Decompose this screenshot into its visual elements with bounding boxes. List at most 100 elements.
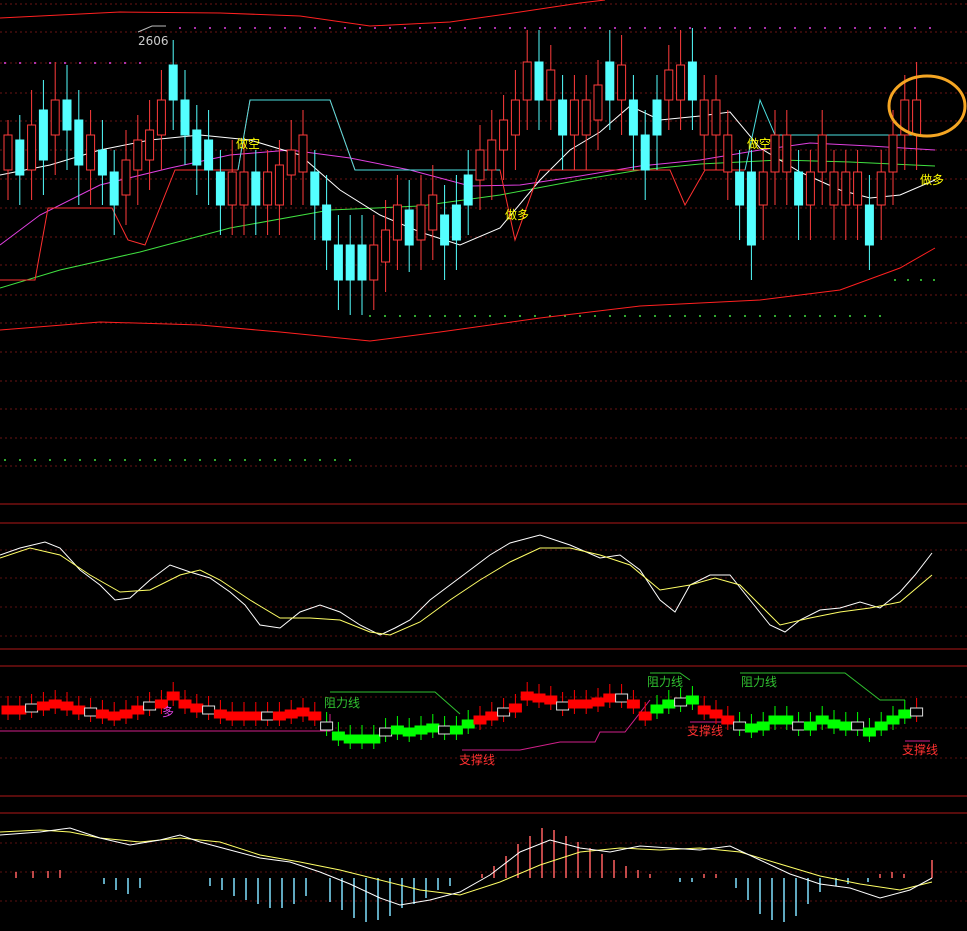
trend-bar-up xyxy=(308,702,322,726)
trend-bar-down xyxy=(756,712,770,736)
trend-body xyxy=(508,703,522,713)
trend-bar-up xyxy=(36,692,50,716)
candle-body xyxy=(392,204,402,241)
trend-bar-down xyxy=(886,706,900,730)
candle-body xyxy=(829,171,839,206)
candle-body xyxy=(758,171,768,206)
ref-dot xyxy=(714,315,716,317)
trend-body xyxy=(1,705,15,715)
trend-bar-up xyxy=(556,692,570,716)
ref-dot xyxy=(899,27,901,29)
up-candle xyxy=(581,75,591,170)
trend-bar-down xyxy=(744,714,758,738)
ref-dot xyxy=(229,459,231,461)
trend-body xyxy=(839,721,853,731)
ref-dot xyxy=(254,27,256,29)
trend-bar-down xyxy=(426,714,440,738)
trend-body xyxy=(178,699,192,709)
candle-body xyxy=(38,109,48,161)
ref-dot xyxy=(674,27,676,29)
candle-body xyxy=(97,149,107,176)
candle-body xyxy=(156,99,166,136)
trend-body xyxy=(119,709,133,719)
ref-dot xyxy=(179,27,181,29)
trend-body xyxy=(662,699,676,709)
trend-body xyxy=(803,721,817,731)
ref-dot xyxy=(834,315,836,317)
trend-body xyxy=(697,705,711,715)
ref-dot xyxy=(554,27,556,29)
ref-dot xyxy=(389,27,391,29)
ref-dot xyxy=(214,459,216,461)
trend-bar-down xyxy=(862,718,876,742)
down-candle xyxy=(97,120,107,205)
candle-body xyxy=(664,69,674,101)
ref-dot xyxy=(284,27,286,29)
trend-body xyxy=(461,719,475,729)
ref-dot xyxy=(329,27,331,29)
candle-body xyxy=(27,124,37,171)
trend-bar-up xyxy=(1,696,15,720)
trend-body xyxy=(485,711,499,721)
trend-bar-down xyxy=(674,688,688,712)
down-candle xyxy=(74,90,84,205)
up-candle xyxy=(817,110,827,205)
ref-dot xyxy=(809,27,811,29)
trend-bar-up xyxy=(567,690,581,714)
up-candle xyxy=(758,150,768,240)
ref-dot xyxy=(274,459,276,461)
trend-bar-up xyxy=(626,690,640,714)
trend-body xyxy=(862,727,876,737)
candle-body xyxy=(239,171,249,206)
candle-body xyxy=(381,229,391,263)
down-candle xyxy=(15,115,25,205)
price-leader xyxy=(137,25,166,33)
signal-label: 做空 xyxy=(236,136,260,151)
down-candle xyxy=(357,215,367,315)
trend-body xyxy=(320,721,334,731)
ref-dot xyxy=(109,459,111,461)
trend-body xyxy=(733,721,747,731)
candle-body xyxy=(593,84,603,121)
candle-body xyxy=(192,129,202,166)
down-candle xyxy=(628,75,638,170)
trend-bar-up xyxy=(508,694,522,718)
ref-dot xyxy=(764,27,766,29)
ref-dot xyxy=(624,315,626,317)
ref-dot xyxy=(824,27,826,29)
up-candle xyxy=(723,110,733,200)
trend-bar-down xyxy=(320,712,334,736)
candle-body xyxy=(687,61,697,101)
candle-body xyxy=(723,134,733,173)
ref-dot xyxy=(494,27,496,29)
ref-dot xyxy=(369,315,371,317)
trend-body xyxy=(131,705,145,715)
candle-body xyxy=(62,99,72,131)
candle-body xyxy=(546,69,556,101)
candle-body xyxy=(298,134,308,173)
candle-body xyxy=(145,129,155,161)
trend-bar-up xyxy=(237,702,251,726)
ref-dot xyxy=(4,459,6,461)
up-candle xyxy=(569,75,579,170)
down-candle xyxy=(864,175,874,270)
trend-body xyxy=(685,695,699,705)
trend-body xyxy=(497,707,511,717)
ref-dot xyxy=(894,279,896,281)
trend-body xyxy=(579,699,593,709)
chart-canvas: 2606做空做多做空做多多阻力线支撑线阻力线 阻力线支撑线支撑线 xyxy=(0,0,967,922)
trend-bar-up xyxy=(473,706,487,730)
ref-dot xyxy=(79,459,81,461)
down-candle xyxy=(735,150,745,240)
ref-dot xyxy=(319,459,321,461)
trend-bar-down xyxy=(898,700,912,724)
candle-body xyxy=(286,149,296,176)
ref-dot xyxy=(639,315,641,317)
ref-dot xyxy=(789,315,791,317)
ref-dot xyxy=(534,315,536,317)
candle-body xyxy=(404,209,414,246)
trend-bar-up xyxy=(249,702,263,726)
up-candle xyxy=(782,110,792,205)
candle-body xyxy=(133,139,143,171)
candle-body xyxy=(251,171,261,206)
